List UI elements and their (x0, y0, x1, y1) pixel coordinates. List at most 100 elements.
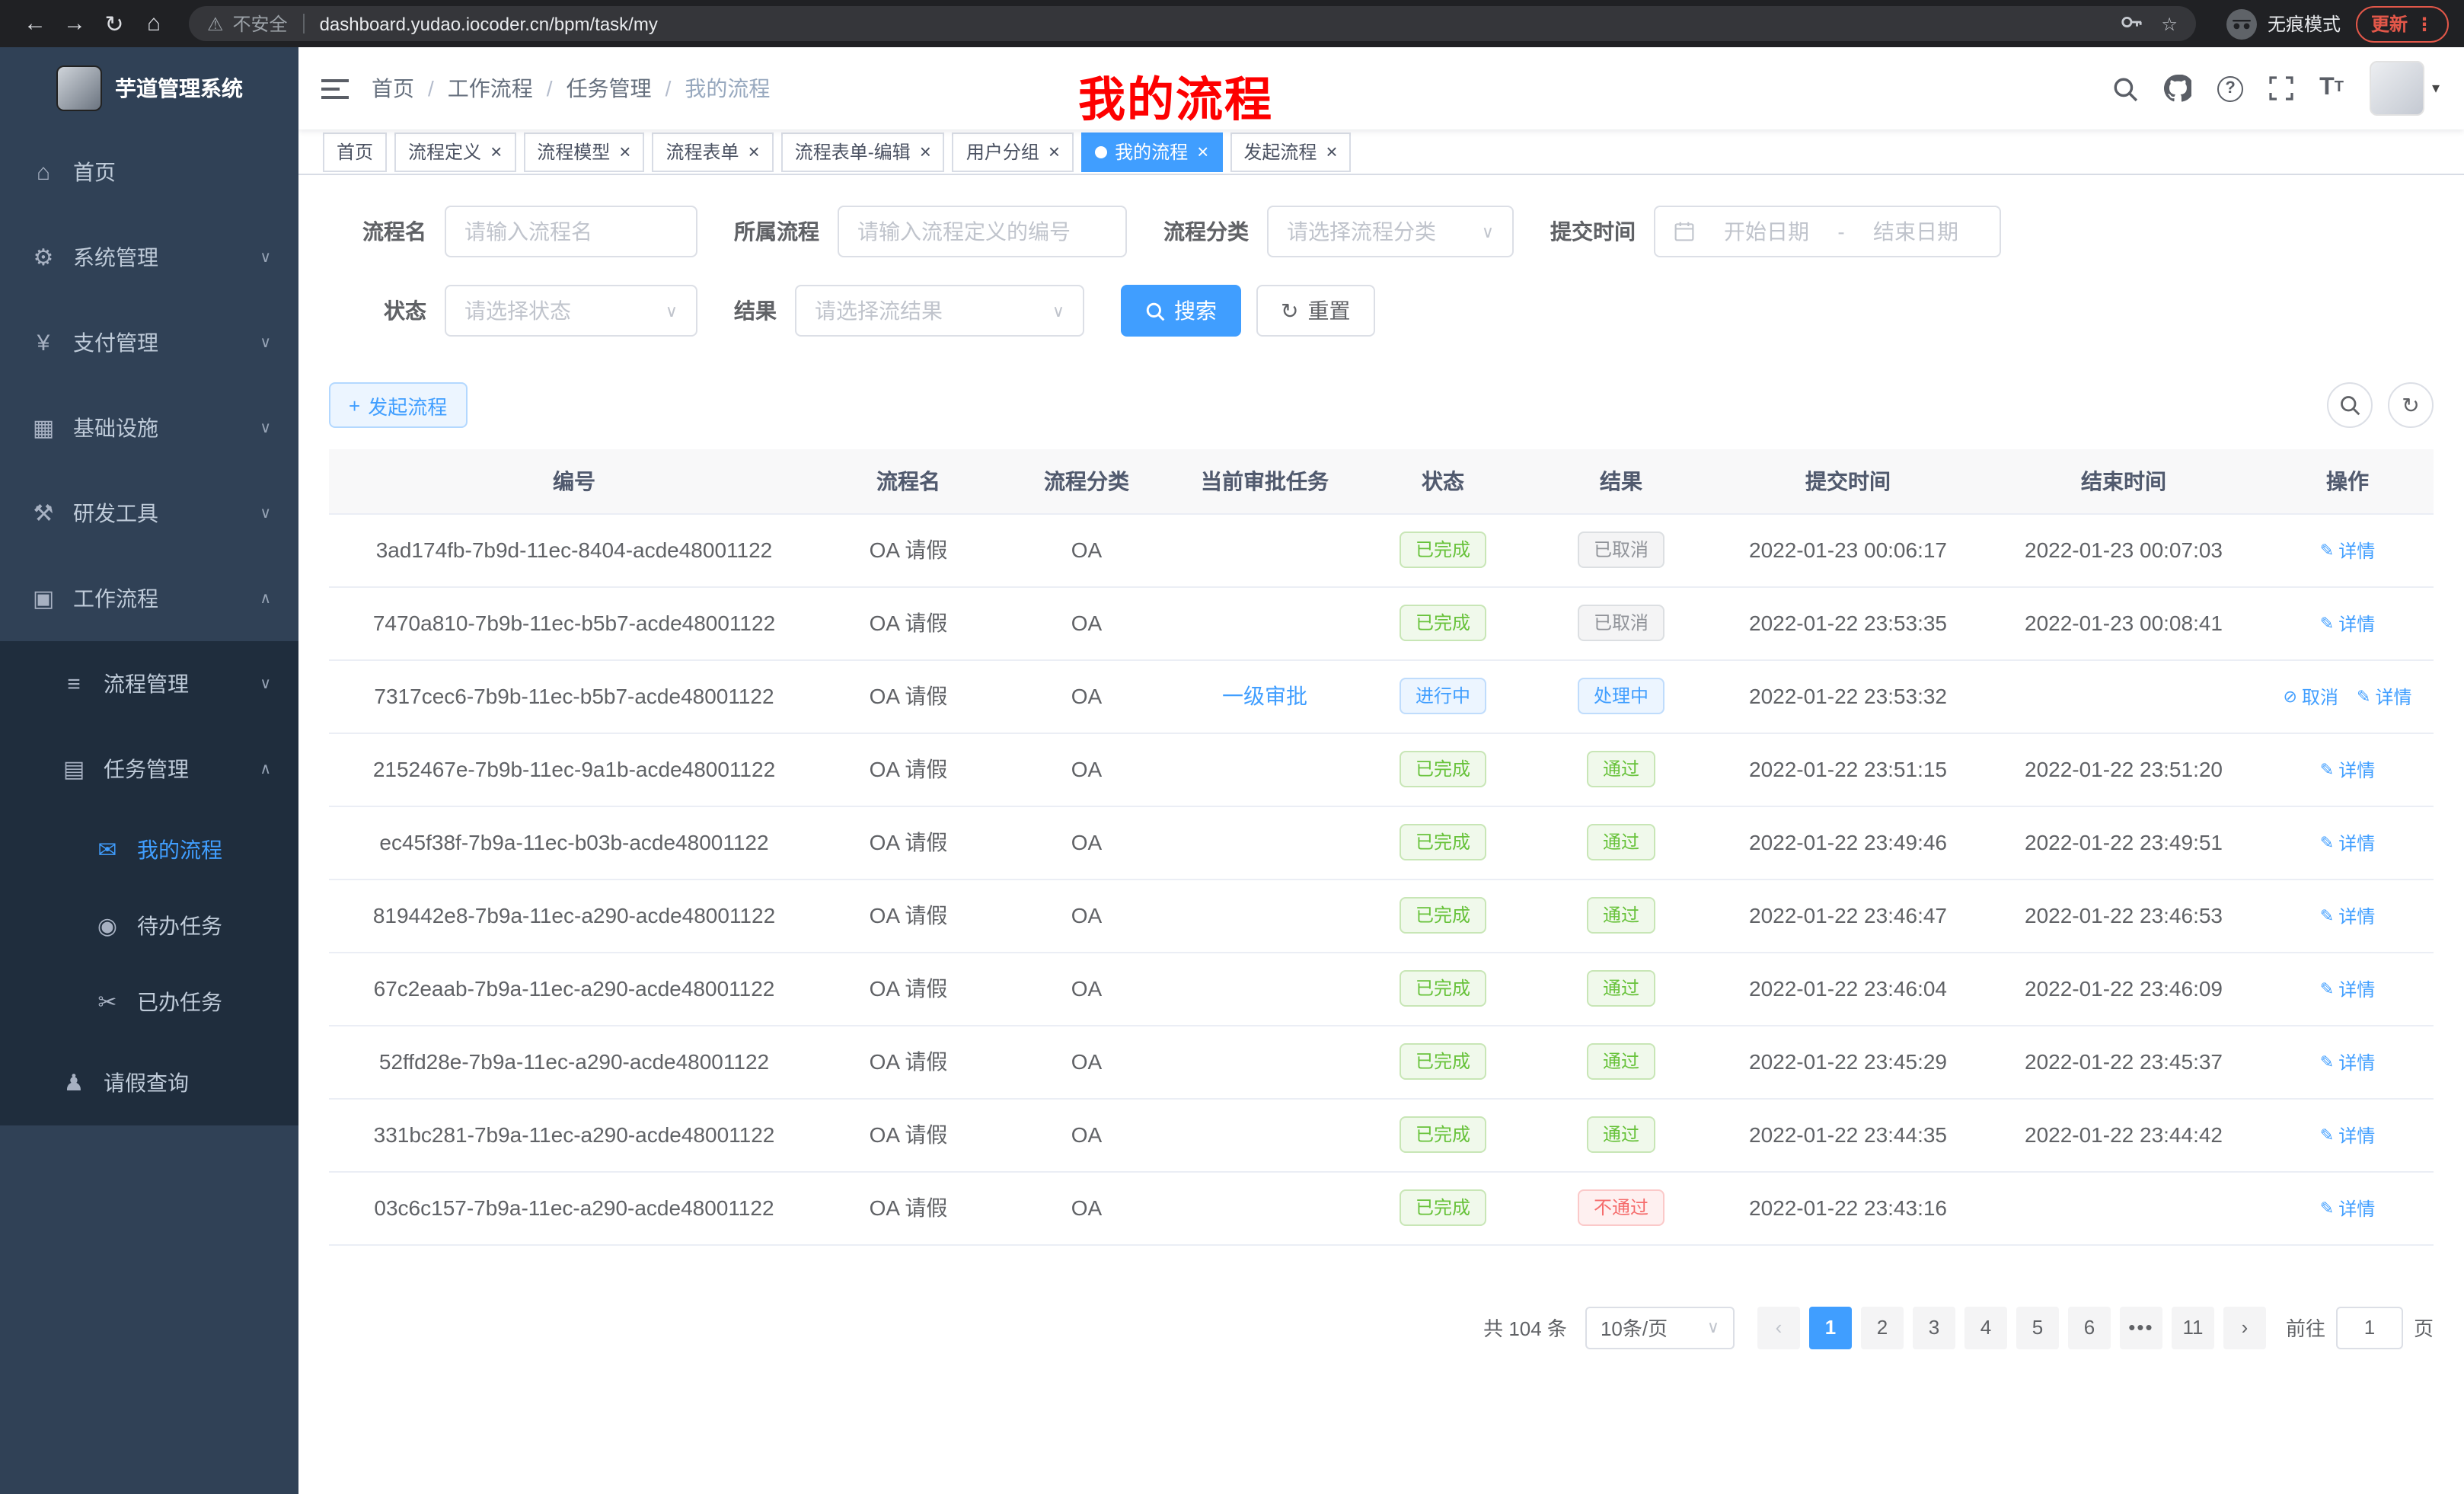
close-icon[interactable]: × (490, 142, 502, 161)
avatar[interactable] (2370, 61, 2424, 116)
hamburger-icon[interactable] (298, 77, 372, 100)
column-header: 流程分类 (997, 449, 1176, 513)
close-icon[interactable]: × (748, 142, 760, 161)
tab-流程模型[interactable]: 流程模型× (523, 132, 644, 171)
close-icon[interactable]: × (1326, 142, 1337, 161)
prev-page-button[interactable]: ‹ (1757, 1306, 1800, 1349)
status-tag: 已完成 (1400, 532, 1486, 568)
tab-用户分组[interactable]: 用户分组× (953, 132, 1074, 171)
incognito-icon (2226, 8, 2257, 39)
detail-link[interactable]: ✎详情 (2320, 1049, 2375, 1075)
page-5-button[interactable]: 5 (2016, 1306, 2059, 1349)
back-icon[interactable]: ← (15, 4, 55, 43)
close-icon[interactable]: × (619, 142, 630, 161)
sidebar-item-home[interactable]: ⌂首页 (0, 129, 298, 215)
update-button[interactable]: 更新 ⋮ (2356, 5, 2449, 42)
close-icon[interactable]: × (920, 142, 931, 161)
end-time-cell: 2022-01-22 23:44:42 (1986, 1098, 2261, 1171)
reload-icon[interactable]: ↻ (94, 4, 134, 43)
detail-link[interactable]: ✎详情 (2320, 976, 2375, 1002)
menu-dots-icon[interactable]: ⋮ (2415, 13, 2434, 34)
next-page-button[interactable]: › (2223, 1306, 2266, 1349)
reset-button[interactable]: ↻ 重置 (1256, 285, 1374, 337)
page-2-button[interactable]: 2 (1861, 1306, 1904, 1349)
edit-icon: ✎ (2320, 760, 2334, 780)
browser-home-icon[interactable]: ⌂ (134, 4, 174, 43)
page-size-select[interactable]: 10条/页 ∨ (1585, 1306, 1735, 1349)
key-icon[interactable] (2120, 10, 2143, 37)
sidebar: 芋道管理系统 ⌂首页⚙系统管理∨¥支付管理∨▦基础设施∨⚒研发工具∨▣工作流程∧… (0, 47, 298, 1494)
sidebar-item-payment[interactable]: ¥支付管理∨ (0, 300, 298, 385)
page-4-button[interactable]: 4 (1964, 1306, 2007, 1349)
actions-cell: ✎详情 (2261, 1171, 2434, 1244)
sidebar-item-system[interactable]: ⚙系统管理∨ (0, 215, 298, 300)
close-icon[interactable]: × (1197, 142, 1208, 161)
sidebar-item-done-tasks[interactable]: ✂已办任务 (0, 964, 298, 1040)
search-icon[interactable] (2112, 75, 2138, 101)
total-count: 共 104 条 (1483, 1313, 1567, 1342)
goto-page-input[interactable]: 1 (2336, 1306, 2403, 1349)
tab-流程表单[interactable]: 流程表单× (652, 132, 773, 171)
tab-流程定义[interactable]: 流程定义× (394, 132, 515, 171)
github-icon[interactable] (2164, 75, 2191, 102)
url-bar[interactable]: ⚠ 不安全 dashboard.yudao.iocoder.cn/bpm/tas… (189, 6, 2196, 41)
detail-link[interactable]: ✎详情 (2320, 903, 2375, 929)
sidebar-item-todo-tasks[interactable]: ◉待办任务 (0, 888, 298, 964)
user-menu[interactable]: ▾ (2370, 61, 2440, 116)
font-size-icon[interactable]: TT (2319, 76, 2344, 101)
sidebar-item-infrastructure[interactable]: ▦基础设施∨ (0, 385, 298, 471)
page-6-button[interactable]: 6 (2068, 1306, 2111, 1349)
detail-link[interactable]: ✎详情 (2320, 611, 2375, 637)
status-tag: 已完成 (1400, 605, 1486, 641)
sidebar-item-process-mgmt[interactable]: ≡流程管理∨ (0, 641, 298, 726)
current-task-cell (1176, 879, 1354, 952)
tab-发起流程[interactable]: 发起流程× (1230, 132, 1351, 171)
breadcrumb-workflow[interactable]: 工作流程 (448, 73, 533, 104)
search-button[interactable]: 搜索 (1121, 285, 1241, 337)
sidebar-item-dev-tools[interactable]: ⚒研发工具∨ (0, 471, 298, 556)
page-3-button[interactable]: 3 (1913, 1306, 1955, 1349)
bookmark-star-icon[interactable]: ☆ (2161, 13, 2178, 34)
cancel-link[interactable]: ⊘取消 (2284, 684, 2338, 710)
status-select[interactable]: 请选择状态 ∨ (445, 285, 697, 337)
detail-link[interactable]: ✎详情 (2320, 757, 2375, 783)
sidebar-item-my-process[interactable]: ✉我的流程 (0, 812, 298, 888)
page-11-button[interactable]: 11 (2172, 1306, 2214, 1349)
tab-我的流程[interactable]: 我的流程× (1081, 132, 1222, 171)
fullscreen-icon[interactable] (2269, 76, 2293, 101)
sidebar-item-workflow[interactable]: ▣工作流程∧ (0, 556, 298, 641)
tab-流程表单-编辑[interactable]: 流程表单-编辑× (781, 132, 945, 171)
refresh-table-button[interactable]: ↻ (2388, 382, 2434, 428)
start-process-button[interactable]: + 发起流程 (329, 382, 467, 428)
definition-input[interactable]: 请输入流程定义的编号 (838, 206, 1127, 257)
close-icon[interactable]: × (1048, 142, 1060, 161)
process-name-input[interactable]: 请输入流程名 (445, 206, 697, 257)
page-1-button[interactable]: 1 (1809, 1306, 1852, 1349)
current-task-link[interactable]: 一级审批 (1222, 684, 1307, 708)
pages-ellipsis[interactable]: ••• (2120, 1306, 2162, 1349)
category-select[interactable]: 请选择流程分类 ∨ (1267, 206, 1514, 257)
edit-icon: ✎ (2320, 1125, 2334, 1145)
result-select[interactable]: 请选择流结果 ∨ (795, 285, 1084, 337)
detail-link[interactable]: ✎详情 (2320, 1196, 2375, 1221)
category-cell: OA (997, 1025, 1176, 1098)
breadcrumb-task-mgmt[interactable]: 任务管理 (567, 73, 652, 104)
detail-link[interactable]: ✎详情 (2320, 1122, 2375, 1148)
submit-time-range-input[interactable]: 开始日期 - 结束日期 (1654, 206, 2001, 257)
breadcrumb-home[interactable]: 首页 (372, 73, 414, 104)
sidebar-item-leave-query[interactable]: ♟请假查询 (0, 1040, 298, 1125)
detail-link[interactable]: ✎详情 (2320, 830, 2375, 856)
help-icon[interactable]: ? (2217, 75, 2243, 101)
tab-首页[interactable]: 首页 (323, 132, 387, 171)
table-row: 331bc281-7b9a-11ec-a290-acde48001122OA 请… (329, 1098, 2434, 1171)
toggle-search-button[interactable] (2327, 382, 2373, 428)
table-row: 52ffd28e-7b9a-11ec-a290-acde48001122OA 请… (329, 1025, 2434, 1098)
submit-time-cell: 2022-01-22 23:53:32 (1710, 659, 1986, 733)
goto-unit: 页 (2414, 1313, 2434, 1342)
sidebar-item-task-mgmt[interactable]: ▤任务管理∧ (0, 726, 298, 812)
detail-link[interactable]: ✎详情 (2357, 684, 2411, 710)
status-cell: 已完成 (1354, 1171, 1532, 1244)
forward-icon[interactable]: → (55, 4, 94, 43)
date-end-placeholder: 结束日期 (1850, 216, 1981, 247)
detail-link[interactable]: ✎详情 (2320, 538, 2375, 563)
